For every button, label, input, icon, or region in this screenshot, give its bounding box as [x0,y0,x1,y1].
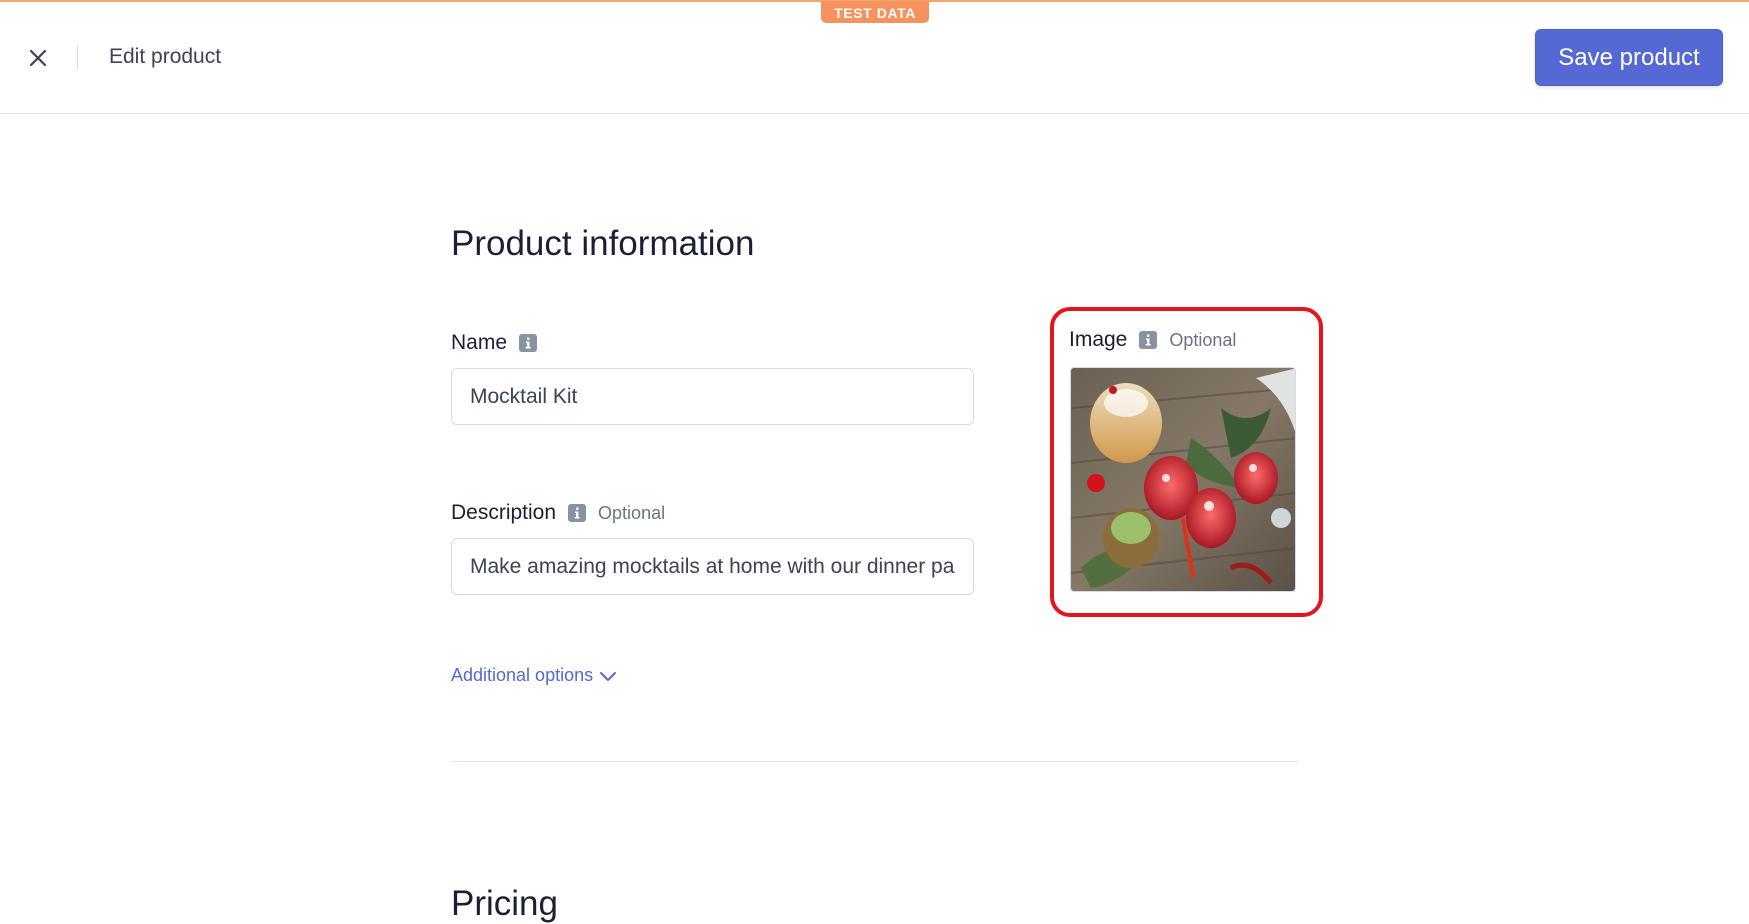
close-button[interactable] [24,44,52,72]
description-label-text: Description [451,501,557,524]
section-divider [451,761,1299,762]
optional-tag: Optional [598,502,666,523]
image-field-highlight [1050,307,1323,617]
additional-options-label: Additional options [451,665,594,685]
header-divider [77,46,78,70]
section-title: Product information [451,224,755,263]
page-title: Edit product [109,45,222,68]
name-label-text: Name [451,331,508,354]
description-label: Description Optional [451,501,665,525]
description-input[interactable] [451,538,974,595]
additional-options-link[interactable]: Additional options [451,665,617,686]
pricing-title: Pricing [451,884,558,923]
chevron-down-icon [600,671,617,681]
info-icon[interactable] [568,504,587,522]
name-input[interactable] [451,368,974,425]
name-label: Name [451,331,538,355]
info-icon[interactable] [519,334,538,352]
test-data-badge: TEST DATA [821,1,929,23]
save-product-button[interactable]: Save product [1535,29,1723,86]
close-icon [29,49,47,67]
